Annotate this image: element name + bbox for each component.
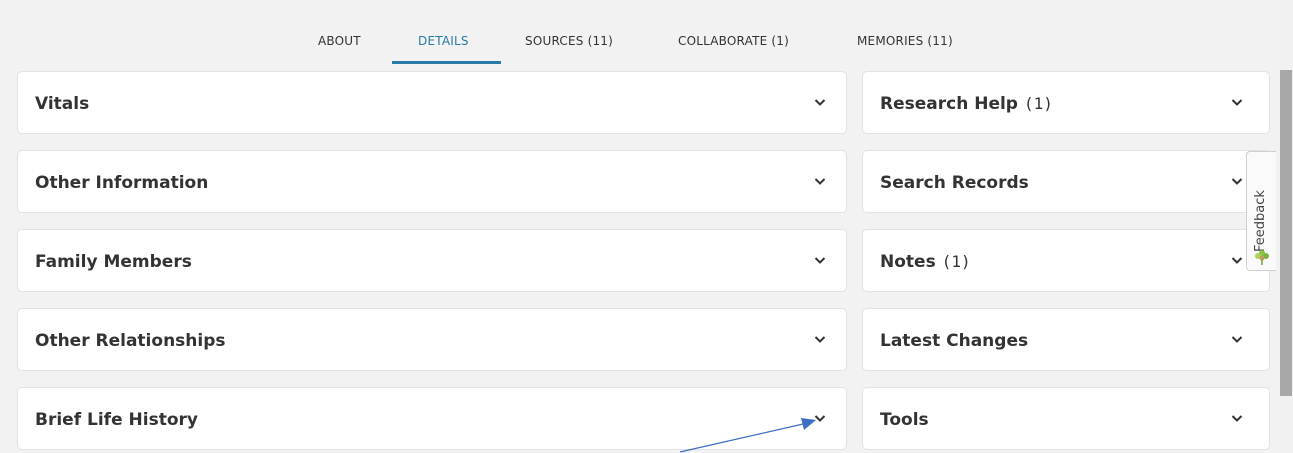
annotation-arrow-icon [679, 418, 816, 453]
